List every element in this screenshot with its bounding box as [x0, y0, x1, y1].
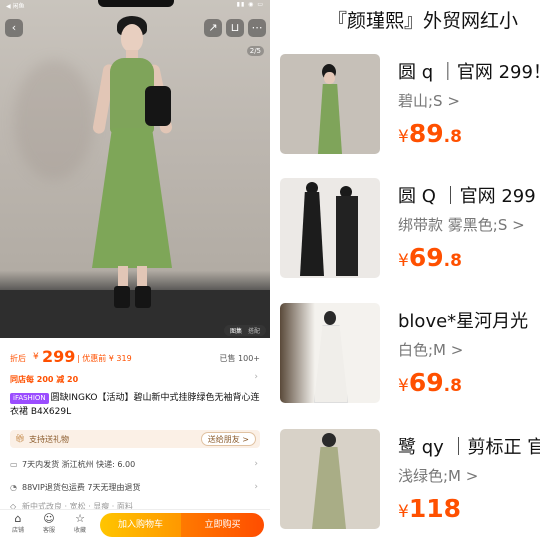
cart-icon[interactable]: ⊔ — [226, 19, 244, 37]
price-decimal: .8 — [443, 251, 462, 271]
model-head — [121, 24, 143, 52]
currency-symbol: ¥ — [398, 127, 409, 147]
item-price: ¥89.8 — [398, 119, 462, 148]
tab-match[interactable]: 搭配 — [248, 328, 260, 335]
product-detail-screen: ◀ 闲鱼 ▮▮ ◉ ▭ ‹ ↗ ⊔ ⋯ 2/5 图集 搭配 折后 ¥ 299 |… — [0, 0, 270, 540]
image-counter: 2/5 — [246, 46, 264, 56]
item-thumbnail — [280, 429, 380, 529]
currency-symbol: ¥ — [398, 251, 409, 271]
price-integer: 69 — [408, 243, 444, 272]
item-variant[interactable]: 浅绿色;M > — [398, 465, 478, 486]
item-name: 鹭 qy ｜剪标正 官 — [398, 437, 540, 458]
shipping-text: 7天内发货 浙江杭州 快递: 6.00 — [22, 460, 136, 469]
favorite-button[interactable]: ☆ 收藏 — [69, 512, 91, 534]
status-bar: ◀ 闲鱼 ▮▮ ◉ ▭ — [0, 0, 270, 10]
status-icons: ▮▮ ◉ ▭ — [236, 1, 264, 8]
item-price: ¥69.8 — [398, 368, 462, 397]
service-label: 客服 — [42, 527, 55, 534]
item-variant[interactable]: 碧山;S > — [398, 90, 460, 111]
gallery-tabs: 图集 搭配 — [224, 325, 266, 336]
discounted-price: 299 — [42, 347, 76, 366]
favorite-label: 收藏 — [73, 527, 86, 534]
customer-service-button[interactable]: ☺ 客服 — [38, 512, 60, 534]
chat-face-icon: ☺ — [43, 512, 55, 525]
item-variant[interactable]: 白色;M > — [398, 339, 463, 360]
price-integer: 69 — [408, 368, 444, 397]
chevron-right-icon[interactable]: › — [254, 372, 258, 382]
item-thumbnail — [280, 178, 380, 278]
currency-symbol: ¥ — [33, 352, 39, 362]
send-to-friend-button[interactable]: 送给朋友 > — [200, 432, 256, 446]
order-list-screen: 『颜瑾熙』外贸网红小 圆 q ｜官网 299！ 碧山;S > ¥89.8 圆 Q… — [270, 0, 540, 540]
item-name: 圆 q ｜官网 299！ — [398, 62, 540, 83]
back-to-app-label[interactable]: ◀ 闲鱼 — [6, 1, 25, 10]
list-item[interactable]: 圆 Q ｜官网 299 绑带款 雾黑色;S > ¥69.8 — [270, 178, 540, 296]
black-handbag — [145, 86, 171, 126]
gift-label: 支持送礼物 — [29, 435, 69, 444]
add-to-cart-button[interactable]: 加入购物车 — [100, 513, 181, 537]
tab-gallery[interactable]: 图集 — [230, 328, 242, 335]
item-name: 圆 Q ｜官网 299 — [398, 186, 536, 207]
bottom-action-bar: ⌂ 店铺 ☺ 客服 ☆ 收藏 加入购物车 立即购买 — [0, 509, 270, 540]
shop-button[interactable]: ⌂ 店铺 — [7, 512, 29, 534]
price-decimal: .8 — [443, 127, 462, 147]
price-decimal: .8 — [443, 376, 462, 396]
vip-text: 88VIP退货包运费 7天无理由退货 — [22, 483, 141, 492]
price-row: 折后 ¥ 299 | 优惠前 ¥ 319 已售 100+ — [0, 346, 270, 370]
buy-now-button[interactable]: 立即购买 — [181, 513, 264, 537]
shield-icon: ◔ — [10, 483, 17, 492]
discount-label: 折后 — [10, 354, 26, 363]
shop-label: 店铺 — [11, 527, 24, 534]
currency-symbol: ¥ — [398, 376, 409, 396]
boot-left — [114, 286, 130, 308]
dress-skirt — [92, 128, 172, 268]
ifashion-badge: iFASHION — [10, 393, 49, 404]
camera-notch — [98, 0, 174, 7]
item-variant[interactable]: 绑带款 雾黑色;S > — [398, 214, 525, 235]
boot-right — [135, 286, 151, 308]
shipping-row[interactable]: ▭ 7天内发货 浙江杭州 快递: 6.00 › — [10, 459, 260, 473]
shop-promo[interactable]: 同店每 200 减 20 — [10, 374, 78, 385]
item-thumbnail — [280, 303, 380, 403]
price-integer: 89 — [408, 119, 444, 148]
currency-symbol: ¥ — [398, 502, 409, 522]
back-icon[interactable]: ‹ — [5, 19, 23, 37]
item-price: ¥118 — [398, 494, 461, 523]
store-icon: ⌂ — [14, 512, 22, 525]
share-icon[interactable]: ↗ — [204, 19, 222, 37]
list-item[interactable]: blove*星河月光 白色;M > ¥69.8 — [270, 303, 540, 421]
item-price: ¥69.8 — [398, 243, 462, 272]
product-title: iFASHION 圆缺INGKO【活动】碧山新中式挂脖绿色无袖背心连衣裙 B4X6… — [10, 391, 265, 419]
price-integer: 118 — [408, 494, 462, 523]
item-name: blove*星河月光 — [398, 311, 529, 332]
star-icon: ☆ — [75, 512, 85, 525]
item-thumbnail — [280, 54, 380, 154]
list-item[interactable]: 圆 q ｜官网 299！ 碧山;S > ¥89.8 — [270, 54, 540, 172]
gift-icon: 🎁︎ — [15, 434, 26, 443]
chevron-right-icon: › — [254, 482, 258, 492]
wall-texture — [14, 60, 94, 180]
shop-title: 『颜瑾熙』外贸网红小 — [328, 10, 519, 32]
product-photo[interactable] — [0, 0, 270, 338]
truck-icon: ▭ — [10, 460, 18, 469]
vip-guarantee-row[interactable]: ◔ 88VIP退货包运费 7天无理由退货 › — [10, 482, 260, 496]
list-item[interactable]: 鹭 qy ｜剪标正 官 浅绿色;M > ¥118 — [270, 429, 540, 540]
original-price: | 优惠前 ¥ 319 — [77, 354, 132, 363]
gift-row[interactable]: 🎁︎ 支持送礼物 送给朋友 > — [10, 430, 260, 448]
sold-count: 已售 100+ — [219, 354, 260, 363]
more-icon[interactable]: ⋯ — [248, 19, 266, 37]
chevron-right-icon: › — [254, 459, 258, 469]
